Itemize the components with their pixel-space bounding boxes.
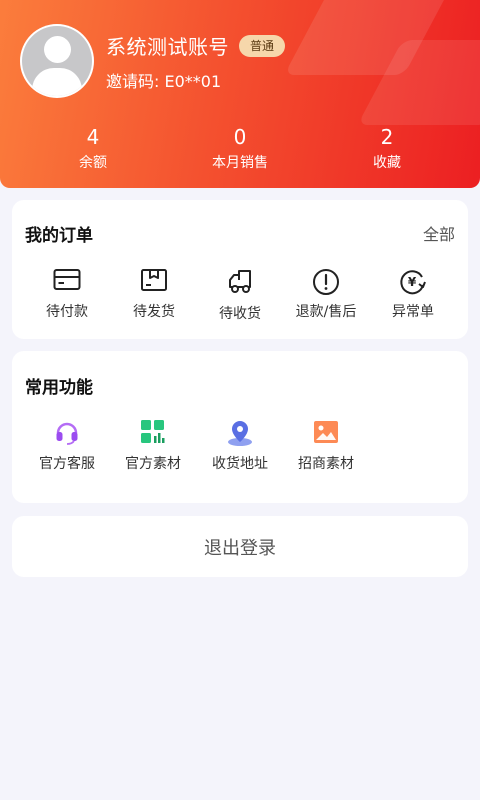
- logout-button[interactable]: 退出登录: [12, 516, 468, 577]
- func-item-label: 官方素材: [125, 456, 181, 472]
- grid-chart-icon: [141, 420, 165, 443]
- location-pin-icon: [228, 421, 252, 446]
- order-item-label: 待发货: [133, 304, 175, 320]
- stat-monthly-sales[interactable]: 0 本月销售: [180, 124, 300, 172]
- alert-icon: [313, 269, 339, 295]
- func-item-label: 收货地址: [212, 456, 268, 472]
- svg-text:¥: ¥: [408, 275, 417, 289]
- invite-code[interactable]: 邀请码: E0**01: [106, 68, 221, 92]
- box-icon: [141, 269, 167, 291]
- order-item-label: 异常单: [392, 304, 434, 320]
- card-icon: [53, 269, 81, 290]
- order-pending-receipt[interactable]: 待收货: [202, 268, 278, 323]
- order-item-label: 待收货: [219, 306, 261, 322]
- stat-label: 收藏: [373, 155, 401, 171]
- stat-value: 0: [233, 125, 247, 149]
- func-shipping-address[interactable]: 收货地址: [200, 419, 280, 473]
- headset-icon: [56, 422, 78, 445]
- stat-value: 4: [86, 125, 100, 149]
- order-item-label: 待付款: [46, 304, 88, 320]
- stat-favorites[interactable]: 2 收藏: [327, 124, 447, 172]
- orders-title: 我的订单: [25, 226, 93, 246]
- orders-card: 我的订单 全部 待付款 待发货 待收货 退款/售后 ¥ 异常单: [12, 200, 468, 339]
- order-item-label: 退款/售后: [295, 304, 357, 320]
- stat-balance[interactable]: 4 余额: [33, 124, 153, 172]
- common-functions-card: 常用功能 官方客服 官方素材 收货地址 招商素材: [12, 351, 468, 503]
- func-customer-service[interactable]: 官方客服: [27, 419, 107, 473]
- order-refund-aftersale[interactable]: 退款/售后: [288, 268, 364, 321]
- all-orders-link[interactable]: 全部: [423, 221, 455, 245]
- username: 系统测试账号: [106, 35, 229, 59]
- truck-icon: [229, 270, 251, 293]
- func-item-label: 官方客服: [39, 456, 95, 472]
- image-icon: [314, 421, 338, 443]
- stat-label: 余额: [79, 155, 107, 171]
- order-pending-shipment[interactable]: 待发货: [116, 268, 192, 321]
- functions-title: 常用功能: [25, 378, 93, 398]
- stat-label: 本月销售: [212, 155, 268, 171]
- func-merchant-materials[interactable]: 招商素材: [286, 419, 366, 473]
- level-badge: 普通: [239, 35, 286, 57]
- profile-header: 系统测试账号 普通 邀请码: E0**01 4 余额 0 本月销售 2 收藏: [0, 0, 480, 188]
- yen-exchange-icon: ¥: [400, 270, 426, 295]
- func-item-label: 招商素材: [298, 456, 354, 472]
- order-abnormal[interactable]: ¥ 异常单: [375, 268, 451, 321]
- order-pending-payment[interactable]: 待付款: [29, 268, 105, 321]
- func-official-materials[interactable]: 官方素材: [113, 419, 193, 473]
- avatar[interactable]: [20, 24, 94, 98]
- default-user-avatar-icon: [22, 26, 92, 96]
- stat-value: 2: [380, 125, 394, 149]
